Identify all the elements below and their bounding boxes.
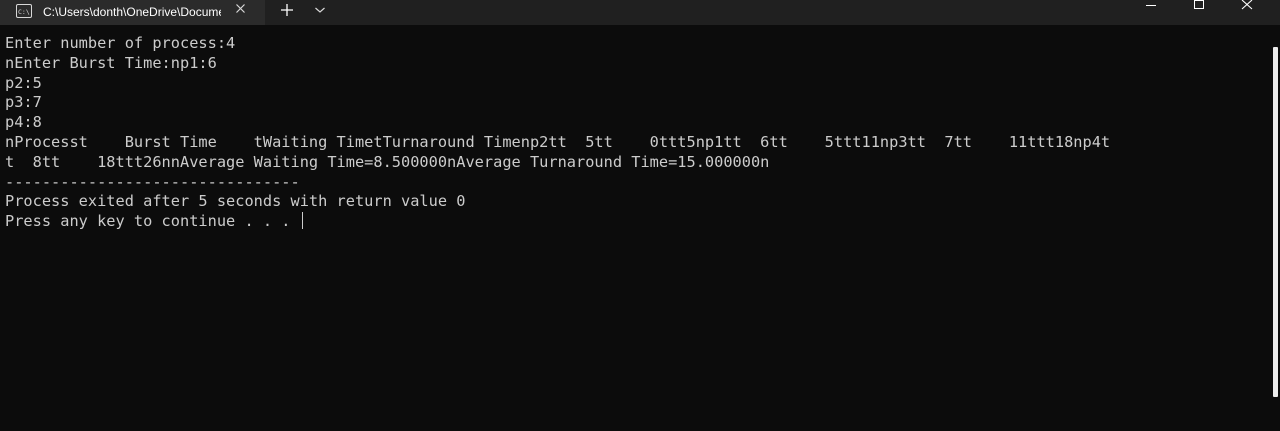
console-output[interactable]: Enter number of process:4 nEnter Burst T… (0, 25, 1272, 431)
close-tab-icon[interactable] (232, 1, 250, 19)
console-line: t 8tt 18ttt26nnAverage Waiting Time=8.50… (5, 152, 770, 171)
console-line: p4:8 (5, 113, 42, 132)
console-line: Process exited after 5 seconds with retu… (5, 192, 466, 211)
console-app-icon: C:\ (16, 4, 32, 18)
console-line: -------------------------------- (5, 172, 300, 191)
maximize-button[interactable] (1176, 0, 1222, 25)
console-prompt-text: Press any key to continue . . . (5, 212, 300, 231)
chevron-down-icon[interactable] (312, 2, 328, 18)
console-line: nProcesst Burst Time tWaiting TimetTurna… (5, 132, 1111, 151)
title-bar[interactable]: C:\ C:\Users\donth\OneDrive\Documents\fc… (0, 0, 1280, 25)
new-tab-button[interactable] (277, 1, 297, 21)
close-icon (1241, 0, 1253, 10)
console-line: nEnter Burst Time:np1:6 (5, 53, 217, 72)
tab-console[interactable]: C:\ C:\Users\donth\OneDrive\Documents\fc… (0, 0, 265, 25)
vertical-scrollbar[interactable] (1272, 25, 1280, 431)
maximize-icon (1194, 0, 1204, 9)
console-line: Enter number of process:4 (5, 34, 236, 52)
text-cursor (301, 212, 303, 230)
minimize-button[interactable] (1128, 0, 1174, 25)
tab-title: C:\Users\donth\OneDrive\Documents\fcfs.e… (43, 5, 221, 19)
close-window-button[interactable] (1224, 0, 1270, 25)
scrollbar-thumb[interactable] (1273, 47, 1278, 397)
console-prompt-line: Press any key to continue . . . (5, 212, 1267, 232)
console-line: p3:7 (5, 93, 42, 112)
console-line: p2:5 (5, 73, 42, 92)
minimize-icon (1146, 5, 1156, 6)
console-lines: Enter number of process:4 nEnter Burst T… (5, 34, 1267, 232)
terminal-window: C:\ C:\Users\donth\OneDrive\Documents\fc… (0, 0, 1280, 431)
svg-text:C:\: C:\ (18, 8, 30, 16)
